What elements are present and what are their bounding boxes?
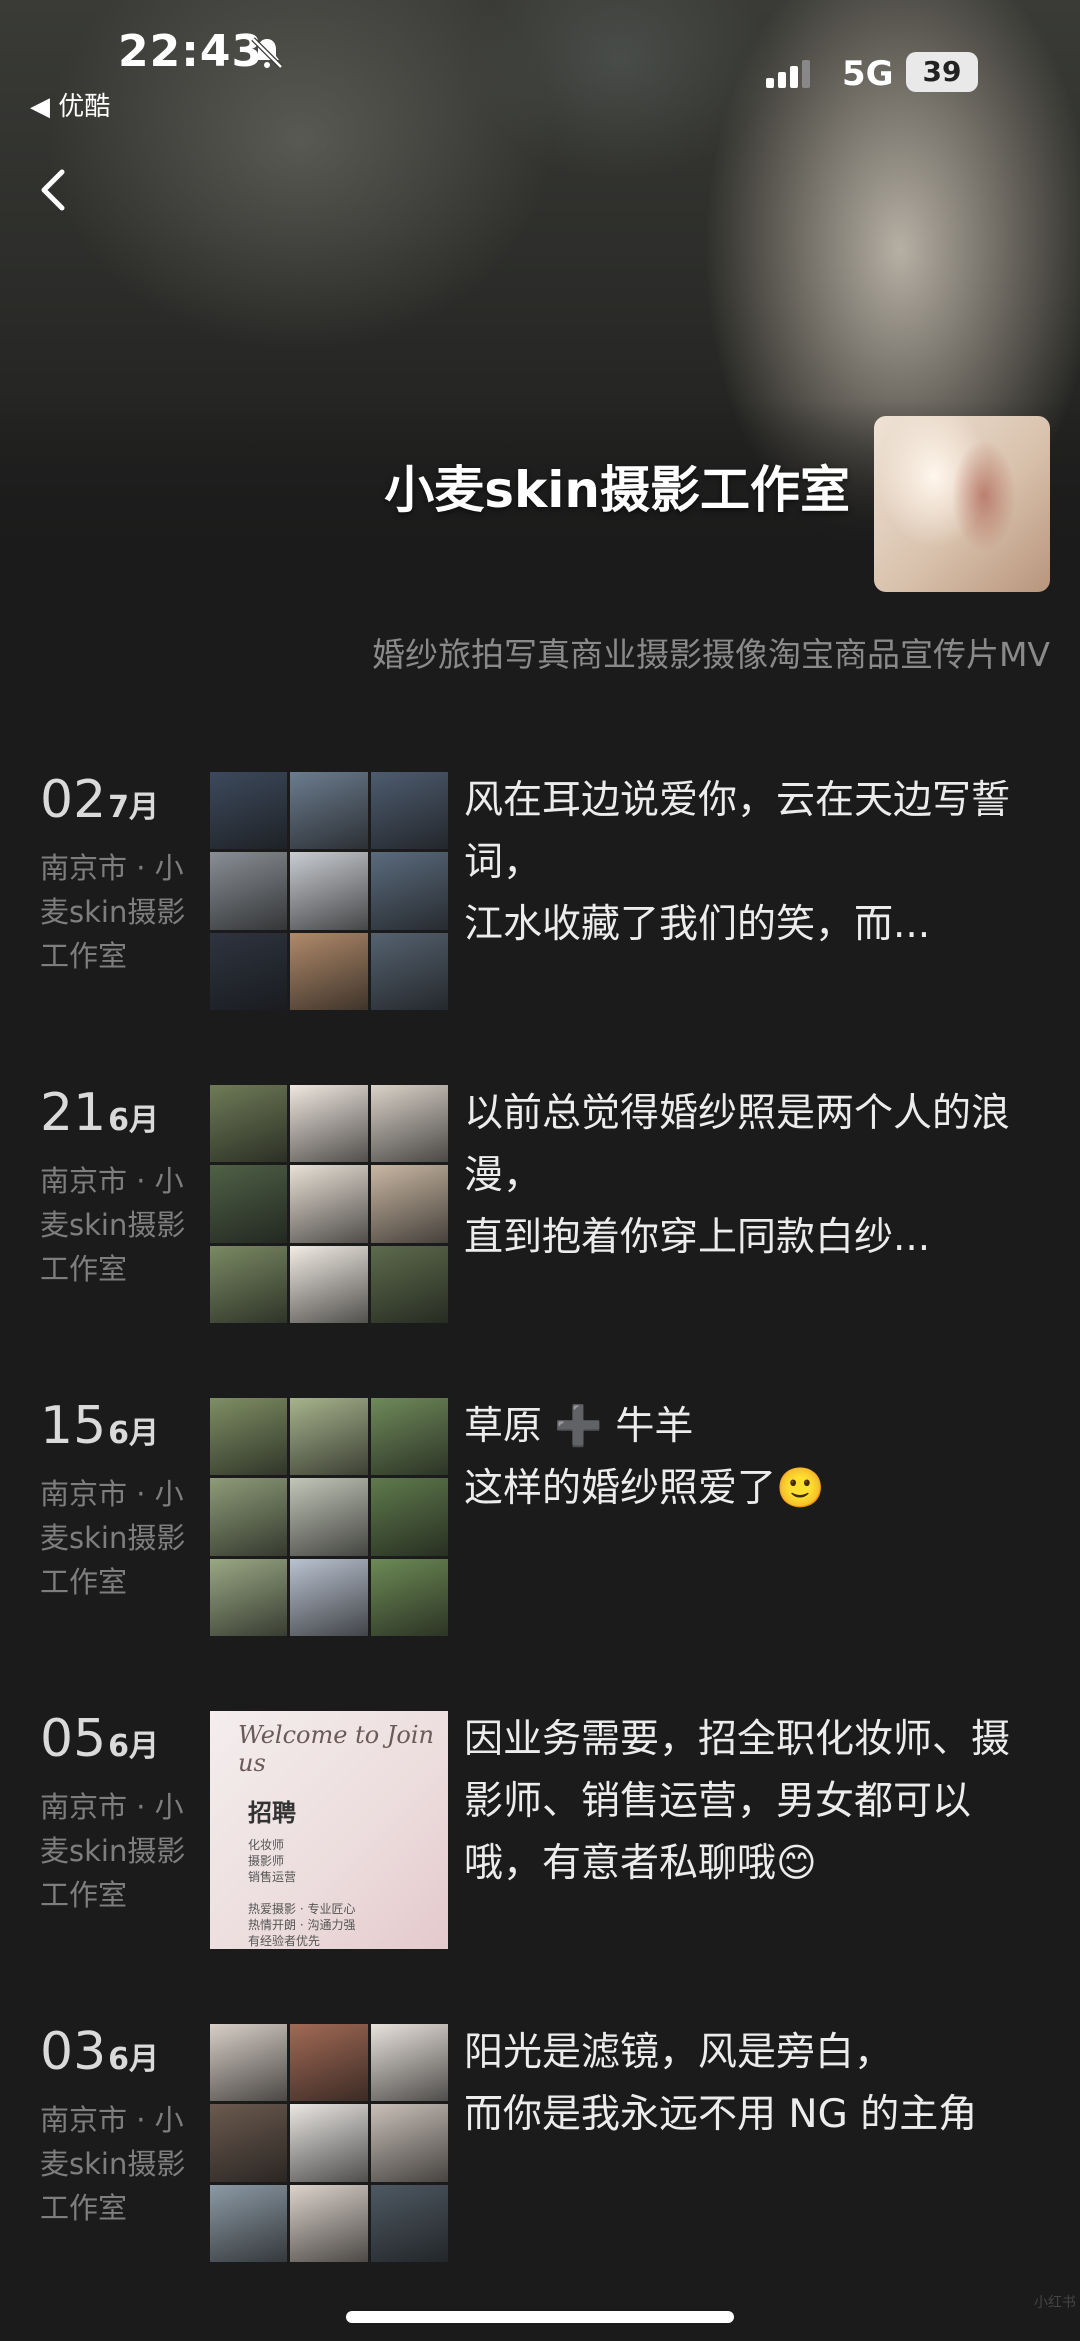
- thumbnail-photo: [290, 2104, 368, 2182]
- post-item[interactable]: 216月南京市 · 小麦skin摄影工作室 以前总觉得婚纱照是两个人的浪漫， 直到…: [0, 1083, 1080, 1396]
- post-day: 15: [40, 1396, 107, 1456]
- thumbnail-photo: [370, 1398, 448, 1476]
- thumbnail-photo: [370, 1245, 448, 1323]
- thumbnail-photo: [290, 1398, 368, 1476]
- status-bar: 22:43 ◀ 优酷 5G 39: [0, 0, 1080, 122]
- thumbnail-photo: [370, 772, 448, 850]
- watermark: 小红书: [1034, 2295, 1076, 2311]
- post-location: 南京市 · 小麦skin摄影工作室: [40, 1790, 186, 1912]
- thumbnail-photo: [290, 1558, 368, 1636]
- thumbnail-photo: [290, 772, 368, 850]
- poster-lines: 化妆师 摄影师 销售运营 热爱摄影 · 专业匠心 热情开朗 · 沟通力强 有经验…: [248, 1838, 356, 1948]
- thumbnail-photo: [370, 1085, 448, 1163]
- poster-welcome-text: Welcome to Join us: [238, 1721, 434, 1777]
- post-feed: 027月南京市 · 小麦skin摄影工作室 风在耳边说爱你，云在天边写誓词， 江水…: [0, 770, 1080, 2335]
- post-thumbnail-grid[interactable]: [210, 1085, 448, 1323]
- post-thumbnail[interactable]: Welcome to Join us 招聘化妆师 摄影师 销售运营 热爱摄影 · …: [210, 1711, 448, 1949]
- thumbnail-photo: [370, 2184, 448, 2262]
- signal-icon: [766, 60, 810, 88]
- back-to-app-link[interactable]: ◀ 优酷: [30, 86, 110, 123]
- post-location: 南京市 · 小麦skin摄影工作室: [40, 2103, 186, 2225]
- back-arrow-icon[interactable]: [30, 160, 80, 220]
- post-month: 6月: [108, 1103, 160, 1138]
- studio-bio: 婚纱旅拍写真商业摄影摄像淘宝商品宣传片MV: [371, 635, 1050, 674]
- battery-indicator: 39: [906, 52, 978, 92]
- thumbnail-photo: [370, 932, 448, 1010]
- post-caption: 风在耳边说爱你，云在天边写誓词， 江水收藏了我们的笑，而...: [464, 778, 1011, 947]
- poster-title: 招聘: [248, 1799, 296, 1827]
- post-day: 02: [40, 770, 107, 830]
- thumbnail-photo: [370, 2024, 448, 2102]
- thumbnail-photo: [370, 1478, 448, 1556]
- thumbnail-photo: [290, 932, 368, 1010]
- thumbnail-photo: [290, 852, 368, 930]
- thumbnail-photo: [210, 932, 288, 1010]
- post-date: 056月: [40, 1709, 159, 1769]
- post-day: 21: [40, 1083, 107, 1143]
- thumbnail-photo: [210, 1558, 288, 1636]
- home-indicator[interactable]: [346, 2311, 734, 2323]
- post-item[interactable]: 036月南京市 · 小麦skin摄影工作室 阳光是滤镜，风是旁白， 而你是我永远不…: [0, 2022, 1080, 2335]
- thumbnail-photo: [210, 1245, 288, 1323]
- post-caption: 以前总觉得婚纱照是两个人的浪漫， 直到抱着你穿上同款白纱...: [464, 1091, 1011, 1260]
- thumbnail-photo: [290, 1478, 368, 1556]
- status-time: 22:43: [118, 26, 264, 77]
- thumbnail-photo: [370, 2104, 448, 2182]
- thumbnail-photo: [290, 1245, 368, 1323]
- post-location: 南京市 · 小麦skin摄影工作室: [40, 1164, 186, 1286]
- thumbnail-photo: [290, 2024, 368, 2102]
- post-month: 7月: [108, 790, 160, 825]
- post-item[interactable]: 056月南京市 · 小麦skin摄影工作室 Welcome to Join us 招…: [0, 1709, 1080, 2022]
- thumbnail-photo: [290, 1165, 368, 1243]
- thumbnail-photo: [370, 1165, 448, 1243]
- post-date: 036月: [40, 2022, 159, 2082]
- thumbnail-photo: [370, 1558, 448, 1636]
- post-day: 05: [40, 1709, 107, 1769]
- post-thumbnail-grid[interactable]: [210, 2024, 448, 2262]
- thumbnail-photo: [210, 1478, 288, 1556]
- post-month: 6月: [108, 1416, 160, 1451]
- post-item[interactable]: 027月南京市 · 小麦skin摄影工作室 风在耳边说爱你，云在天边写誓词， 江水…: [0, 770, 1080, 1083]
- post-month: 6月: [108, 2042, 160, 2077]
- thumbnail-photo: [210, 1165, 288, 1243]
- post-date: 027月: [40, 770, 159, 830]
- thumbnail-photo: [210, 2104, 288, 2182]
- post-location: 南京市 · 小麦skin摄影工作室: [40, 851, 186, 973]
- thumbnail-photo: [290, 2184, 368, 2262]
- thumbnail-photo: [210, 2024, 288, 2102]
- studio-name: 小麦skin摄影工作室: [384, 461, 850, 519]
- post-caption: 阳光是滤镜，风是旁白， 而你是我永远不用 NG 的主角: [464, 2030, 978, 2137]
- thumbnail-photo: [370, 852, 448, 930]
- thumbnail-photo: [290, 1085, 368, 1163]
- post-caption: 草原 ➕ 牛羊 这样的婚纱照爱了🙂: [464, 1404, 825, 1511]
- post-date: 156月: [40, 1396, 159, 1456]
- post-thumbnail-grid[interactable]: [210, 772, 448, 1010]
- bell-off-icon: [251, 37, 283, 69]
- post-day: 03: [40, 2022, 107, 2082]
- post-caption: 因业务需要，招全职化妆师、摄影师、销售运营，男女都可以哦，有意者私聊哦😊: [464, 1717, 1011, 1886]
- thumbnail-photo: [210, 1085, 288, 1163]
- studio-avatar[interactable]: [874, 416, 1050, 592]
- post-month: 6月: [108, 1729, 160, 1764]
- thumbnail-photo: [210, 1398, 288, 1476]
- network-type: 5G: [842, 54, 894, 94]
- thumbnail-photo: [210, 2184, 288, 2262]
- post-date: 216月: [40, 1083, 159, 1143]
- post-location: 南京市 · 小麦skin摄影工作室: [40, 1477, 186, 1599]
- thumbnail-photo: [210, 852, 288, 930]
- post-thumbnail-grid[interactable]: [210, 1398, 448, 1636]
- thumbnail-photo: [210, 772, 288, 850]
- post-item[interactable]: 156月南京市 · 小麦skin摄影工作室 草原 ➕ 牛羊 这样的婚纱照爱了🙂: [0, 1396, 1080, 1709]
